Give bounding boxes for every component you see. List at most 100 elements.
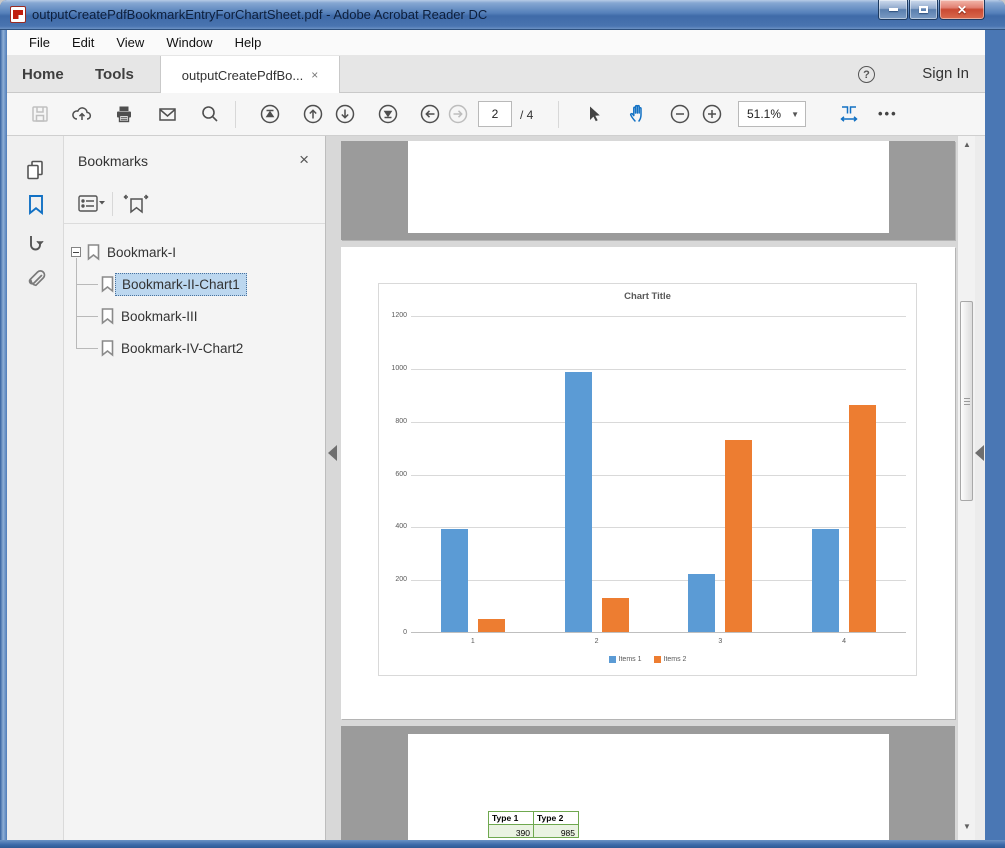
legend-item: Items 1 <box>609 656 642 663</box>
table-header-cell: Type 2 <box>533 811 579 825</box>
tab-tools[interactable]: Tools <box>95 56 134 93</box>
bookmark-label[interactable]: Bookmark-III <box>115 306 204 327</box>
previous-page-button[interactable] <box>302 103 324 125</box>
page-thumbnails-button[interactable] <box>24 158 48 182</box>
collapse-left-panel-icon[interactable] <box>328 445 337 461</box>
help-icon[interactable]: ? <box>858 66 875 83</box>
bookmark-options-button[interactable] <box>77 193 105 220</box>
maximize-button[interactable] <box>909 0 938 20</box>
bookmark-options-icon <box>77 193 105 215</box>
pdf-app-icon <box>10 6 26 23</box>
tree-connector <box>76 348 98 349</box>
chevron-down-icon: ▼ <box>791 110 805 119</box>
fit-width-button[interactable] <box>838 103 860 125</box>
bookmark-icon <box>86 243 101 261</box>
zoom-level-dropdown[interactable]: 51.1% ▼ <box>738 101 806 127</box>
maximize-icon <box>919 6 928 13</box>
minimize-button[interactable] <box>878 0 908 20</box>
tree-connector <box>76 284 98 285</box>
navigation-rail <box>7 136 64 840</box>
chart-plot-area: 0200400600800100012001234 <box>411 316 906 633</box>
bookmark-label[interactable]: Bookmark-I <box>101 242 182 263</box>
menu-window[interactable]: Window <box>155 31 223 54</box>
search-icon <box>200 104 220 124</box>
cloud-upload-icon <box>71 104 93 124</box>
zoom-in-button[interactable] <box>701 103 723 125</box>
cursor-icon <box>583 104 603 124</box>
legend-label: Items 1 <box>619 656 642 663</box>
attachments-button[interactable] <box>24 268 48 292</box>
menu-edit[interactable]: Edit <box>61 31 105 54</box>
bookmarks-toolbar-separator <box>112 192 113 216</box>
close-icon: ✕ <box>957 3 967 17</box>
document-tab-close-icon[interactable]: × <box>311 68 318 82</box>
hand-tool-icon <box>627 103 649 125</box>
window-border <box>985 30 1005 848</box>
destinations-button[interactable] <box>24 232 48 256</box>
scroll-down-icon[interactable]: ▼ <box>958 818 975 835</box>
tab-document[interactable]: outputCreatePdfBo... × <box>160 56 340 94</box>
document-tab-label: outputCreatePdfBo... <box>182 68 303 83</box>
page-total-label: / 4 <box>520 108 533 122</box>
collapse-right-panel-icon[interactable] <box>975 445 984 461</box>
save-button[interactable] <box>29 103 51 125</box>
email-button[interactable] <box>156 103 178 125</box>
last-page-button[interactable] <box>377 103 399 125</box>
vertical-scrollbar[interactable]: ▲ ▼ <box>957 136 975 840</box>
chart-legend: Items 1Items 2 <box>379 656 916 663</box>
print-button[interactable] <box>113 103 135 125</box>
bookmark-item[interactable]: Bookmark-I <box>64 236 321 268</box>
cloud-upload-button[interactable] <box>71 103 93 125</box>
bookmarks-panel-button[interactable] <box>24 193 48 217</box>
next-page-button[interactable] <box>334 103 356 125</box>
menu-view[interactable]: View <box>105 31 155 54</box>
title-bar: outputCreatePdfBookmarkEntryForChartShee… <box>0 0 1005 30</box>
menu-file[interactable]: File <box>18 31 61 54</box>
bookmark-label-selected[interactable]: Bookmark-II-Chart1 <box>115 273 247 296</box>
tab-home[interactable]: Home <box>22 56 64 93</box>
bookmark-item[interactable]: Bookmark-II-Chart1 <box>64 268 321 300</box>
first-page-button[interactable] <box>259 103 281 125</box>
bookmark-icon <box>100 339 115 357</box>
y-axis-tick-label: 400 <box>379 523 407 530</box>
page-number-input[interactable] <box>478 101 512 127</box>
search-button[interactable] <box>199 103 221 125</box>
hand-tool-button[interactable] <box>627 103 649 125</box>
bar-items-2 <box>849 405 876 632</box>
table-row: 390985 <box>489 825 579 838</box>
bookmarks-panel-close-icon[interactable]: × <box>299 150 309 170</box>
scrollbar-thumb[interactable] <box>960 301 973 501</box>
menu-help[interactable]: Help <box>224 31 273 54</box>
expand-current-bookmark-button[interactable] <box>123 191 149 222</box>
zoom-in-icon <box>701 103 723 125</box>
next-view-button[interactable] <box>447 103 469 125</box>
paperclip-icon <box>24 268 48 292</box>
bookmark-item[interactable]: Bookmark-IV-Chart2 <box>64 332 321 364</box>
y-axis-tick-label: 1200 <box>379 312 407 319</box>
close-button[interactable]: ✕ <box>939 0 985 20</box>
gridline <box>411 422 906 423</box>
bookmarks-panel: Bookmarks × Bookmark-IBookmark-II-Chart1… <box>64 136 326 840</box>
x-axis-category-label: 4 <box>834 638 854 645</box>
pdf-page-3-partial: Type 1Type 2390985 <box>341 726 955 840</box>
y-axis-tick-label: 200 <box>379 576 407 583</box>
window-border <box>0 840 1005 848</box>
collapse-expander-icon[interactable] <box>71 247 81 257</box>
previous-view-button[interactable] <box>419 103 441 125</box>
select-tool-button[interactable] <box>582 103 604 125</box>
table-header-cell: Type 1 <box>488 811 534 825</box>
bookmark-label[interactable]: Bookmark-IV-Chart2 <box>115 338 249 359</box>
bar-items-2 <box>602 598 629 632</box>
bookmark-icon <box>100 307 115 325</box>
legend-swatch <box>654 656 661 663</box>
scroll-up-icon[interactable]: ▲ <box>958 136 975 153</box>
main-toolbar: / 4 51.1% ▼ ••• <box>7 93 985 136</box>
zoom-out-button[interactable] <box>669 103 691 125</box>
sign-in-button[interactable]: Sign In <box>922 65 969 82</box>
more-tools-button[interactable]: ••• <box>878 106 898 121</box>
bookmark-item[interactable]: Bookmark-III <box>64 300 321 332</box>
expand-bookmark-icon <box>123 191 149 217</box>
bar-items-1 <box>441 529 468 632</box>
page-up-icon <box>302 103 324 125</box>
bar-items-1 <box>812 529 839 632</box>
